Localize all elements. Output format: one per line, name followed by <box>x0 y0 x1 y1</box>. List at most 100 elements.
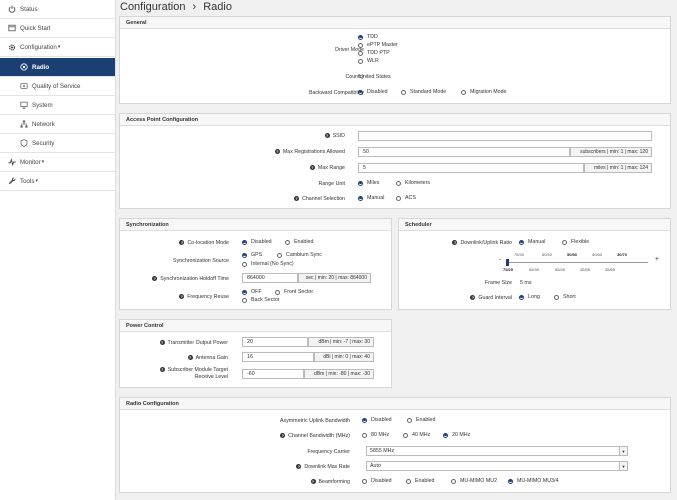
sm-target-input[interactable]: -60 <box>242 369 304 379</box>
tx-power-input[interactable]: 20 <box>242 337 308 347</box>
radio-button[interactable] <box>242 261 247 267</box>
radio-button[interactable] <box>242 239 247 245</box>
downlink-max-rate-select[interactable]: Auto ▼ <box>366 461 628 471</box>
driver-mode-tdd-ptp[interactable]: TDD PTP <box>358 50 390 56</box>
range-unit-miles[interactable]: Miles <box>358 180 379 186</box>
radio-button[interactable] <box>242 252 247 258</box>
chevron-down-icon[interactable]: ▼ <box>619 447 627 455</box>
max-registrations-input[interactable]: 50 <box>358 147 570 157</box>
guard-interval-long[interactable]: Long <box>519 294 540 300</box>
channel-selection-acs[interactable]: ACS <box>396 195 416 201</box>
range-unit-kilometers[interactable]: Kilometers <box>396 180 430 186</box>
driver-mode-wlr[interactable]: WLR <box>358 58 379 64</box>
frame-size-value: 5 ms <box>520 280 532 286</box>
max-range-input[interactable]: 5 <box>358 163 584 173</box>
radio-button[interactable] <box>362 417 367 423</box>
sidebar-item-radio[interactable]: Radio <box>0 58 115 77</box>
radio-button[interactable] <box>362 478 367 484</box>
panel-title: Radio Configuration <box>120 398 670 410</box>
sidebar-item-status[interactable]: Status <box>0 0 115 19</box>
sidebar-item-security[interactable]: Security <box>0 134 115 153</box>
guard-interval-short[interactable]: Short <box>554 294 576 300</box>
beamforming-mu2[interactable]: MU-MIMO MU2 <box>451 478 497 484</box>
bandwidth-20[interactable]: 20 MHz <box>443 432 470 438</box>
radio-button[interactable] <box>407 417 412 423</box>
ratio-flexible[interactable]: Flexible <box>562 239 589 245</box>
sync-source-internal[interactable]: Internal (No Sync) <box>242 261 294 267</box>
radio-button[interactable] <box>401 89 406 95</box>
chevron-down-icon[interactable]: ▼ <box>619 462 627 470</box>
sidebar-item-system[interactable]: System <box>0 96 115 115</box>
sidebar-item-label: Configuration <box>20 43 57 51</box>
colocation-enabled[interactable]: Enabled <box>285 239 313 245</box>
holdoff-time-input[interactable]: 864000 <box>242 273 298 283</box>
driver-mode-eptp-master[interactable]: ePTP Master <box>358 42 398 48</box>
radio-button[interactable] <box>358 34 363 40</box>
radio-button[interactable] <box>285 239 290 245</box>
channel-selection-manual[interactable]: Manual <box>358 195 384 201</box>
beamforming-enabled[interactable]: Enabled <box>406 478 434 484</box>
radio-button[interactable] <box>358 42 363 48</box>
radio-button[interactable] <box>396 195 401 201</box>
sidebar-item-configuration[interactable]: Configuration ▾ <box>0 38 115 57</box>
radio-button[interactable] <box>443 432 448 438</box>
radio-button[interactable] <box>562 239 567 245</box>
label-text: Downlink/Uplink Ratio <box>460 240 512 246</box>
sidebar-item-quick-start[interactable]: Quick Start <box>0 19 115 38</box>
sidebar-item-quality-of-service[interactable]: Quality of Service <box>0 77 115 96</box>
radio-button[interactable] <box>358 89 363 95</box>
radio-button[interactable] <box>362 432 367 438</box>
radio-button[interactable] <box>277 252 282 258</box>
asym-disabled[interactable]: Disabled <box>362 417 392 423</box>
tick-label-bottom: 45/55 <box>580 267 591 272</box>
ratio-manual[interactable]: Manual <box>519 239 545 245</box>
radio-button[interactable] <box>519 239 524 245</box>
radio-button[interactable] <box>396 180 401 186</box>
driver-mode-tdd[interactable]: TDD <box>358 34 378 40</box>
radio-button[interactable] <box>461 89 466 95</box>
sidebar-item-label: Network <box>32 120 55 128</box>
backward-migration-mode[interactable]: Migration Mode <box>461 89 507 95</box>
antenna-gain-input[interactable]: 16 <box>242 352 314 362</box>
frequency-reuse-back-sector[interactable]: Back Sector <box>242 297 280 303</box>
colocation-disabled[interactable]: Disabled <box>242 239 272 245</box>
radio-button[interactable] <box>508 478 513 484</box>
window-icon <box>8 24 16 32</box>
bandwidth-40[interactable]: 40 MHz <box>403 432 430 438</box>
radio-button[interactable] <box>242 297 247 303</box>
radio-button[interactable] <box>358 50 363 56</box>
option-label: Long <box>528 294 540 300</box>
slider-track[interactable] <box>508 262 648 263</box>
radio-button[interactable] <box>358 180 363 186</box>
ssid-input[interactable] <box>358 131 652 141</box>
label-text: Synchronization Holdoff Time <box>160 276 229 282</box>
backward-standard-mode[interactable]: Standard Mode <box>401 89 446 95</box>
radio-button[interactable] <box>451 478 456 484</box>
backward-disabled[interactable]: Disabled <box>358 89 388 95</box>
asym-enabled[interactable]: Enabled <box>407 417 435 423</box>
radio-button[interactable] <box>275 289 280 295</box>
slider-plus-button[interactable]: + <box>655 256 659 263</box>
radio-button[interactable] <box>242 289 247 295</box>
radio-button[interactable] <box>406 478 411 484</box>
radio-button[interactable] <box>554 294 559 300</box>
frequency-carrier-select[interactable]: 5855 MHz ▼ <box>366 446 628 456</box>
radio-button[interactable] <box>358 195 363 201</box>
ratio-slider[interactable]: - + 75/30 60/40 50/50 40/60 30/70 75/25 … <box>499 249 659 272</box>
sidebar-item-network[interactable]: Network <box>0 115 115 134</box>
sync-source-cambium-sync[interactable]: Cambium Sync <box>277 252 322 258</box>
slider-handle[interactable] <box>506 259 509 266</box>
frequency-reuse-front-sector[interactable]: Front Sector <box>275 289 313 295</box>
label-text: SSID <box>332 133 345 139</box>
frequency-reuse-off[interactable]: OFF <box>242 289 262 295</box>
radio-button[interactable] <box>519 294 524 300</box>
sidebar-item-monitor[interactable]: Monitor ▾ <box>0 153 115 172</box>
radio-button[interactable] <box>358 58 363 64</box>
sync-source-gps[interactable]: GPS <box>242 252 262 258</box>
beamforming-disabled[interactable]: Disabled <box>362 478 392 484</box>
radio-button[interactable] <box>403 432 408 438</box>
bandwidth-80[interactable]: 80 MHz <box>362 432 389 438</box>
slider-minus-button[interactable]: - <box>499 257 501 264</box>
sidebar-item-tools[interactable]: Tools ▾ <box>0 172 115 191</box>
beamforming-mu34[interactable]: MU-MIMO MU3/4 <box>508 478 559 484</box>
